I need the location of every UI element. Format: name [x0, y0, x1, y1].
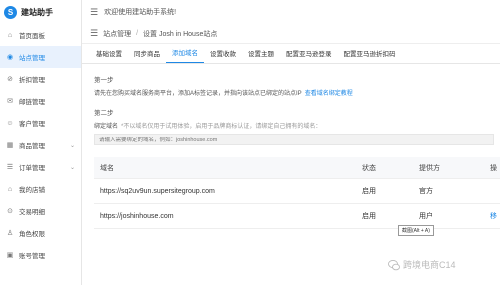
bind-domain-hint: *不以域名仅用于试用体验，启用于品牌商标认证，请绑定自己拥有的域名：	[121, 124, 322, 130]
sidebar-item-label: 商品管理	[19, 143, 45, 150]
breadcrumb-item-current: 设置 Josh in House站点	[143, 30, 218, 38]
breadcrumb-item-sites[interactable]: 站点管理	[103, 29, 131, 39]
watermark: 跨境电商C14	[388, 258, 456, 271]
discount-icon: ⊘	[7, 76, 13, 83]
sidebar-item[interactable]: ⌂ 首页面板	[0, 24, 81, 46]
home-icon: ⌂	[7, 31, 13, 39]
sidebar-item[interactable]: ♙ 角色权限	[0, 222, 81, 244]
sidebar-item[interactable]: ◉ 站点管理	[0, 46, 81, 68]
step1-text: 请先在您购买域名服务商平台，添加A标签记录，并指向该站点已绑定的站点IP	[94, 91, 302, 97]
sidebar-item-label: 折扣管理	[19, 77, 45, 84]
provider-cell: 用户	[419, 213, 433, 220]
bind-domain-label: 绑定域名	[94, 124, 119, 130]
sidebar-item-label: 邮链管理	[19, 99, 45, 106]
table-row: https://sq2uv9un.supersitegroup.com 启用 官…	[94, 179, 500, 204]
sidebar-item[interactable]: ⊙ 交易明细	[0, 200, 81, 222]
mail-link-icon: ✉	[7, 98, 13, 105]
table-header: 域名 状态 提供方 操	[94, 157, 500, 179]
sidebar-item-label: 订单管理	[19, 165, 45, 172]
provider-cell: 官方	[419, 188, 433, 195]
sidebar-item[interactable]: ▣ 账号管理	[0, 244, 81, 266]
domain-table: 域名 状态 提供方 操 https://sq2uv9un.supersitegr…	[94, 157, 500, 229]
app-logo[interactable]: S 建站助手	[0, 0, 81, 24]
store-icon: ⌂	[7, 185, 13, 193]
logo-icon: S	[4, 5, 17, 19]
breadcrumb: ☰ 站点管理 / 设置 Josh in House站点	[82, 24, 500, 44]
chevron-down-icon: ⌄	[69, 142, 75, 149]
wechat-icon	[388, 259, 400, 270]
site-icon: ◉	[6, 54, 14, 61]
status-cell: 启用	[362, 188, 376, 195]
step1-title: 第一步	[94, 77, 114, 84]
sidebar-item[interactable]: ⌂ 我的店铺	[0, 178, 81, 200]
app-name: 建站助手	[21, 7, 53, 17]
sidebar-item[interactable]: ☰ 订单管理 ⌄	[0, 156, 81, 178]
step2-title: 第二步	[94, 110, 114, 117]
breadcrumb-separator: /	[136, 30, 139, 37]
product-icon: ▦	[6, 142, 14, 149]
sidebar-item-label: 角色权限	[19, 231, 45, 238]
sidebar-item[interactable]: ✉ 邮链管理	[0, 90, 81, 112]
sidebar-item-label: 站点管理	[19, 55, 45, 62]
tab-amazon-coupon[interactable]: 配置亚马逊折扣码	[338, 48, 402, 63]
main-content: 第一步 请先在您购买域名服务商平台，添加A标签记录，并指向该站点已绑定的站点IP…	[82, 64, 500, 285]
status-cell: 启用	[362, 213, 376, 220]
sidebar-item[interactable]: ☺ 客户管理	[0, 112, 81, 134]
bind-domain-label-row: 绑定域名 *不以域名仅用于试用体验，启用于品牌商标认证，请绑定自己拥有的域名：	[94, 121, 500, 130]
remove-domain-link[interactable]: 移	[490, 211, 500, 221]
header-action: 操	[490, 164, 497, 172]
sidebar: S 建站助手 ⌂ 首页面板 ◉ 站点管理 ⊘ 折扣管理 ✉ 邮链管理 ☺ 客户管理 ▦ 商品管理 ⌄ ☰ 订…	[0, 0, 82, 285]
tab-sync-products[interactable]: 同步商品	[128, 48, 166, 63]
breadcrumb-menu-icon[interactable]: ☰	[90, 28, 98, 39]
sidebar-menu: ⌂ 首页面板 ◉ 站点管理 ⊘ 折扣管理 ✉ 邮链管理 ☺ 客户管理 ▦ 商品管理 ⌄ ☰ 订单管理 ⌄ ⌂ 我的…	[0, 24, 81, 266]
sidebar-item-label: 交易明细	[19, 209, 45, 216]
sidebar-item-label: 我的店铺	[19, 187, 45, 194]
screenshot-tooltip: 截图(Alt + A)	[398, 225, 434, 236]
role-icon: ♙	[6, 230, 14, 237]
table-row: https://joshinhouse.com 启用 用户 移	[94, 204, 500, 229]
tab-theme[interactable]: 设置主题	[242, 48, 280, 63]
chevron-down-icon: ⌄	[69, 164, 75, 171]
customer-icon: ☺	[6, 119, 14, 127]
domain-tutorial-link[interactable]: 查看域名绑定教程	[305, 91, 353, 97]
welcome-text: 欢迎使用建站助手系统!	[104, 9, 177, 16]
domain-cell: https://joshinhouse.com	[100, 212, 174, 220]
sidebar-item-label: 客户管理	[19, 121, 45, 128]
menu-toggle-icon[interactable]: ☰	[90, 7, 98, 18]
order-icon: ☰	[6, 164, 14, 171]
top-bar: ☰ 欢迎使用建站助手系统!	[82, 0, 500, 24]
tab-add-domain[interactable]: 添加域名	[166, 47, 204, 63]
sidebar-item[interactable]: ▦ 商品管理 ⌄	[0, 134, 81, 156]
sidebar-item[interactable]: ⊘ 折扣管理	[0, 68, 81, 90]
account-icon: ▣	[6, 252, 14, 259]
domain-input-wrapper	[94, 134, 494, 145]
step1-description: 请先在您购买域名服务商平台，添加A标签记录，并指向该站点已绑定的站点IP 查看域名…	[94, 88, 500, 97]
sidebar-item-label: 账号管理	[19, 253, 45, 260]
tab-basic-settings[interactable]: 基础设置	[90, 48, 128, 63]
domain-input[interactable]	[99, 136, 493, 143]
settings-tabs: 基础设置 同步商品 添加域名 设置收款 设置主题 配置亚马逊登录 配置亚马逊折扣…	[82, 44, 500, 64]
header-domain: 域名	[100, 164, 114, 172]
watermark-text: 跨境电商C14	[403, 260, 456, 270]
header-status: 状态	[362, 164, 376, 172]
tab-amazon-login[interactable]: 配置亚马逊登录	[280, 48, 338, 63]
tab-payment[interactable]: 设置收款	[204, 48, 242, 63]
sidebar-item-label: 首页面板	[19, 33, 45, 40]
header-provider: 提供方	[419, 164, 440, 172]
transaction-icon: ⊙	[7, 208, 13, 215]
domain-cell: https://sq2uv9un.supersitegroup.com	[100, 187, 215, 195]
